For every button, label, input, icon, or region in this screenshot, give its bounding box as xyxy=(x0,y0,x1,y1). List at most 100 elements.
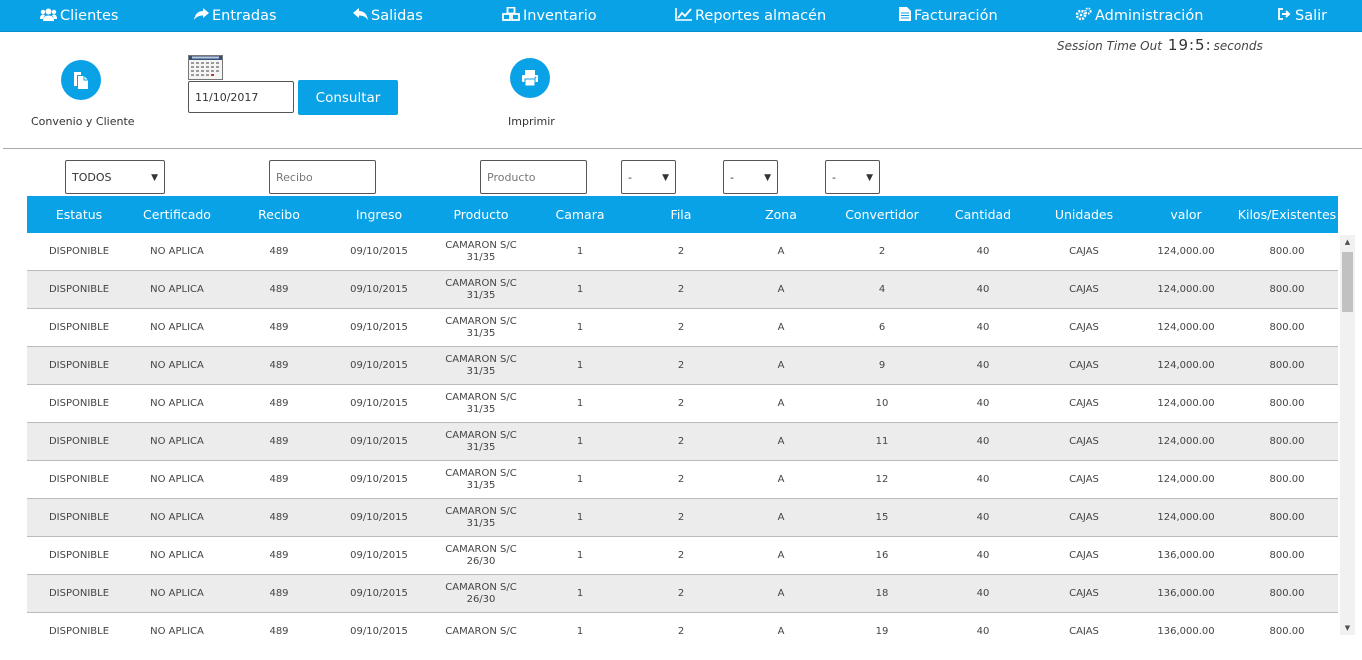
cell-col-kilos: 800.00 xyxy=(1269,625,1305,636)
cell-col-zona: A xyxy=(777,473,785,485)
cell-col-valor: 124,000.00 xyxy=(1157,511,1215,523)
header-col-certificado[interactable]: Certificado xyxy=(129,196,225,233)
cell-col-estatus: DISPONIBLE xyxy=(48,625,110,636)
cell-col-estatus: DISPONIBLE xyxy=(48,359,110,371)
scroll-up-arrow-icon[interactable]: ▲ xyxy=(1340,235,1355,249)
cell-col-certificado: NO APLICA xyxy=(150,397,204,409)
scrollbar-thumb[interactable] xyxy=(1342,252,1353,312)
cell-col-valor: 124,000.00 xyxy=(1157,359,1215,371)
table-row[interactable]: DISPONIBLE NO APLICA 489 09/10/2015 CAMARON … xyxy=(27,575,1338,613)
cell-col-fila: 2 xyxy=(677,435,685,447)
cell-col-recibo: 489 xyxy=(269,359,289,371)
header-col-recibo[interactable]: Recibo xyxy=(234,196,324,233)
zona-filter-value: - xyxy=(832,171,836,184)
line-chart-icon xyxy=(675,7,692,21)
nav-entradas[interactable]: Entradas xyxy=(194,0,277,31)
cell-col-estatus: DISPONIBLE xyxy=(48,435,110,447)
table-row[interactable]: DISPONIBLE NO APLICA 489 09/10/2015 CAMARON … xyxy=(27,461,1338,499)
cell-col-ingreso: 09/10/2015 xyxy=(350,283,408,295)
cell-col-convertidor: 2 xyxy=(878,245,886,257)
cell-col-convertidor: 18 xyxy=(875,587,889,599)
header-col-estatus[interactable]: Estatus xyxy=(31,196,127,233)
table-row[interactable]: DISPONIBLE NO APLICA 489 09/10/2015 CAMARON … xyxy=(27,537,1338,575)
scroll-down-arrow-icon[interactable]: ▼ xyxy=(1340,621,1355,635)
table-row[interactable]: DISPONIBLE NO APLICA 489 09/10/2015 CAMARON … xyxy=(27,271,1338,309)
cell-col-valor: 124,000.00 xyxy=(1157,245,1215,257)
table-row[interactable]: DISPONIBLE NO APLICA 489 09/10/2015 CAMARON … xyxy=(27,613,1338,636)
zona-filter-select[interactable]: - ▼ xyxy=(825,160,880,194)
header-col-fila[interactable]: Fila xyxy=(636,196,726,233)
recibo-filter-input[interactable] xyxy=(269,160,376,194)
camara-filter-value: - xyxy=(628,171,632,184)
cell-col-recibo: 489 xyxy=(269,245,289,257)
consultar-button[interactable]: Consultar xyxy=(298,80,398,115)
cell-col-fila: 2 xyxy=(677,245,685,257)
cell-col-recibo: 489 xyxy=(269,625,289,636)
cell-col-estatus: DISPONIBLE xyxy=(48,283,110,295)
inventory-table-body: DISPONIBLE NO APLICA 489 09/10/2015 CAMARON … xyxy=(27,233,1338,635)
nav-salir[interactable]: Salir xyxy=(1278,0,1327,31)
producto-filter-input[interactable] xyxy=(480,160,587,194)
cell-col-zona: A xyxy=(777,245,785,257)
header-col-zona[interactable]: Zona xyxy=(741,196,821,233)
fila-filter-select[interactable]: - ▼ xyxy=(723,160,778,194)
header-col-unidades[interactable]: Unidades xyxy=(1039,196,1129,233)
cell-col-cantidad: 40 xyxy=(976,359,990,371)
cell-col-valor: 136,000.00 xyxy=(1157,587,1215,599)
table-row[interactable]: DISPONIBLE NO APLICA 489 09/10/2015 CAMARON … xyxy=(27,233,1338,271)
cell-col-certificado: NO APLICA xyxy=(150,321,204,333)
header-col-cantidad[interactable]: Cantidad xyxy=(938,196,1028,233)
cell-col-camara: 1 xyxy=(576,397,584,409)
cell-col-ingreso: 09/10/2015 xyxy=(350,359,408,371)
cell-col-camara: 1 xyxy=(576,625,584,636)
nav-clientes[interactable]: Clientes xyxy=(40,0,118,31)
header-col-ingreso[interactable]: Ingreso xyxy=(329,196,429,233)
header-col-kilos[interactable]: Kilos/Existentes xyxy=(1237,196,1337,233)
caret-down-icon: ▼ xyxy=(662,173,669,183)
camara-filter-select[interactable]: - ▼ xyxy=(621,160,676,194)
table-row[interactable]: DISPONIBLE NO APLICA 489 09/10/2015 CAMARON … xyxy=(27,499,1338,537)
cell-col-kilos: 800.00 xyxy=(1269,549,1305,561)
cell-col-convertidor: 11 xyxy=(875,435,889,447)
cell-col-camara: 1 xyxy=(576,359,584,371)
vertical-scrollbar[interactable]: ▲ ▼ xyxy=(1340,235,1355,635)
nav-label: Inventario xyxy=(523,8,597,24)
cell-col-zona: A xyxy=(777,511,785,523)
header-col-producto[interactable]: Producto xyxy=(426,196,536,233)
session-timer: 19:5: xyxy=(1167,36,1212,54)
nav-salidas[interactable]: Salidas xyxy=(353,0,423,31)
cell-col-producto: CAMARON S/C 26/30 xyxy=(445,543,517,567)
cell-col-camara: 1 xyxy=(576,473,584,485)
header-col-camara[interactable]: Camara xyxy=(540,196,620,233)
cell-col-valor: 124,000.00 xyxy=(1157,321,1215,333)
cell-col-producto: CAMARON S/C 31/35 xyxy=(445,391,517,415)
cell-col-unidades: CAJAS xyxy=(1069,549,1099,561)
header-col-convertidor[interactable]: Convertidor xyxy=(832,196,932,233)
status-filter-select[interactable]: TODOS ▼ xyxy=(65,160,165,194)
cell-col-estatus: DISPONIBLE xyxy=(48,397,110,409)
nav-inventario[interactable]: Inventario xyxy=(502,0,597,31)
cell-col-convertidor: 10 xyxy=(875,397,889,409)
convenio-cliente-button[interactable] xyxy=(61,60,101,100)
nav-facturacion[interactable]: Facturación xyxy=(899,0,998,31)
table-row[interactable]: DISPONIBLE NO APLICA 489 09/10/2015 CAMARON … xyxy=(27,385,1338,423)
table-row[interactable]: DISPONIBLE NO APLICA 489 09/10/2015 CAMARON … xyxy=(27,309,1338,347)
cell-col-convertidor: 15 xyxy=(875,511,889,523)
cell-col-cantidad: 40 xyxy=(976,283,990,295)
print-button[interactable] xyxy=(510,58,550,98)
session-label: Session Time Out xyxy=(1057,39,1162,53)
cell-col-valor: 124,000.00 xyxy=(1157,435,1215,447)
calendar-icon[interactable] xyxy=(188,55,223,80)
nav-label: Reportes almacén xyxy=(695,8,827,24)
table-row[interactable]: DISPONIBLE NO APLICA 489 09/10/2015 CAMARON … xyxy=(27,423,1338,461)
nav-administracion[interactable]: Administración xyxy=(1075,0,1203,31)
nav-reportes[interactable]: Reportes almacén xyxy=(675,0,826,31)
cell-col-ingreso: 09/10/2015 xyxy=(350,587,408,599)
nav-label: Salir xyxy=(1295,8,1328,24)
cell-col-estatus: DISPONIBLE xyxy=(48,549,110,561)
header-col-valor[interactable]: valor xyxy=(1136,196,1236,233)
table-row[interactable]: DISPONIBLE NO APLICA 489 09/10/2015 CAMARON … xyxy=(27,347,1338,385)
cell-col-producto: CAMARON S/C 31/35 xyxy=(445,429,517,453)
date-input[interactable] xyxy=(188,81,294,113)
cell-col-cantidad: 40 xyxy=(976,587,990,599)
